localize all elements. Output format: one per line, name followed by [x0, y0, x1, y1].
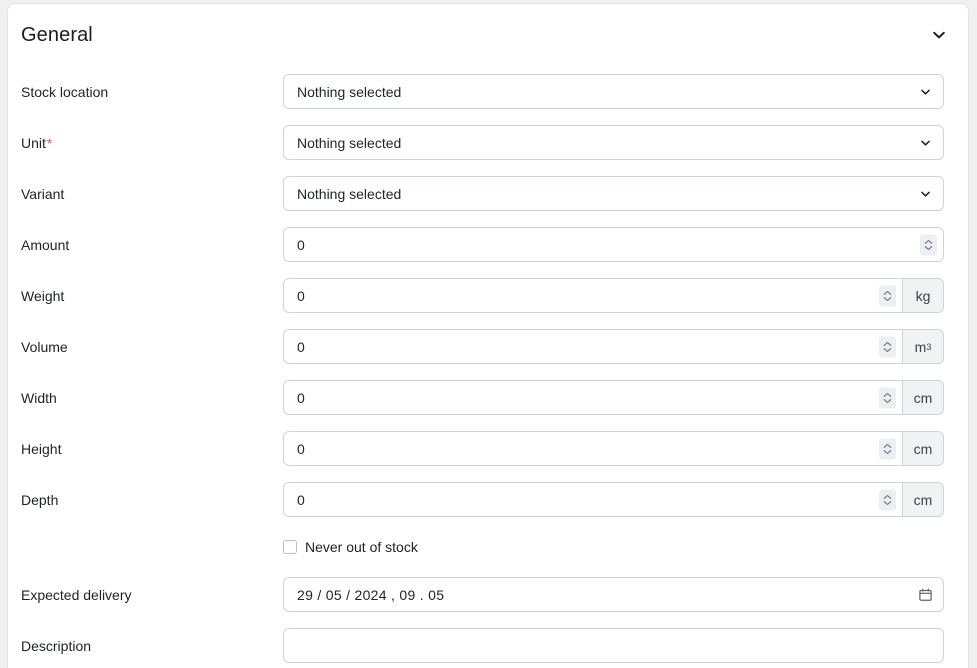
label-unit: Unit*	[21, 134, 283, 152]
depth-unit-suffix: cm	[903, 482, 944, 517]
chevron-down-icon	[919, 136, 932, 149]
volume-unit-base: m	[914, 338, 927, 355]
volume-number-wrapper: 0 m3	[283, 329, 944, 364]
field-row-description: Description	[8, 620, 968, 668]
volume-unit-suffix: m3	[903, 329, 944, 364]
field-row-variant: Variant Nothing selected	[8, 168, 968, 219]
field-unit: Nothing selected	[283, 125, 944, 160]
volume-value: 0	[297, 338, 305, 355]
field-row-weight: Weight 0 kg	[8, 270, 968, 321]
general-form: Stock location Nothing selected Unit* No…	[8, 66, 968, 668]
stock-location-select[interactable]: Nothing selected	[283, 74, 944, 109]
width-unit-suffix: cm	[903, 380, 944, 415]
never-out-of-stock-label: Never out of stock	[305, 539, 418, 555]
volume-input[interactable]: 0	[283, 329, 903, 364]
field-variant: Nothing selected	[283, 176, 944, 211]
field-row-stock-location: Stock location Nothing selected	[8, 66, 968, 117]
weight-number-wrapper: 0 kg	[283, 278, 944, 313]
field-volume: 0 m3	[283, 329, 944, 364]
field-row-width: Width 0 cm	[8, 372, 968, 423]
field-row-height: Height 0 cm	[8, 423, 968, 474]
depth-input[interactable]: 0	[283, 482, 903, 517]
label-unit-text: Unit	[21, 134, 46, 151]
depth-number-wrapper: 0 cm	[283, 482, 944, 517]
label-variant: Variant	[21, 185, 65, 202]
label-weight: Weight	[21, 287, 65, 304]
depth-value: 0	[297, 491, 305, 508]
volume-stepper[interactable]	[879, 336, 896, 357]
label-expected-delivery: Expected delivery	[21, 586, 132, 603]
field-row-depth: Depth 0 cm	[8, 474, 968, 525]
weight-unit-suffix: kg	[903, 278, 944, 313]
chevron-down-icon[interactable]	[930, 26, 948, 44]
expected-delivery-datetime-input[interactable]: 29 / 05 / 2024 , 09 . 05	[283, 577, 944, 612]
field-row-expected-delivery: Expected delivery 29 / 05 / 2024 , 09 . …	[8, 569, 968, 620]
never-out-of-stock-checkbox[interactable]	[283, 540, 297, 554]
field-stock-location: Nothing selected	[283, 74, 944, 109]
label-width: Width	[21, 389, 57, 406]
field-weight: 0 kg	[283, 278, 944, 313]
label-amount: Amount	[21, 236, 70, 253]
width-input[interactable]: 0	[283, 380, 903, 415]
field-row-volume: Volume 0 m 3	[8, 321, 968, 372]
amount-stepper[interactable]	[920, 234, 937, 255]
unit-selected-value: Nothing selected	[297, 134, 402, 151]
field-height: 0 cm	[283, 431, 944, 466]
amount-input[interactable]: 0	[283, 227, 944, 262]
stock-location-selected-value: Nothing selected	[297, 83, 402, 100]
amount-value: 0	[297, 236, 305, 253]
label-volume: Volume	[21, 338, 68, 355]
weight-input[interactable]: 0	[283, 278, 903, 313]
field-depth: 0 cm	[283, 482, 944, 517]
calendar-icon[interactable]	[918, 587, 933, 602]
height-unit-suffix: cm	[903, 431, 944, 466]
height-stepper[interactable]	[879, 438, 896, 459]
page-title: General	[21, 23, 93, 46]
weight-value: 0	[297, 287, 305, 304]
never-out-of-stock-checkbox-group[interactable]: Never out of stock	[283, 539, 418, 555]
unit-select[interactable]: Nothing selected	[283, 125, 944, 160]
label-stock-location: Stock location	[21, 83, 109, 100]
expected-delivery-value: 29 / 05 / 2024 , 09 . 05	[297, 586, 445, 603]
weight-stepper[interactable]	[879, 285, 896, 306]
height-number-wrapper: 0 cm	[283, 431, 944, 466]
width-number-wrapper: 0 cm	[283, 380, 944, 415]
height-value: 0	[297, 440, 305, 457]
variant-select[interactable]: Nothing selected	[283, 176, 944, 211]
depth-stepper[interactable]	[879, 489, 896, 510]
required-indicator: *	[46, 134, 53, 151]
label-depth: Depth	[21, 491, 59, 508]
amount-number-wrapper: 0	[283, 227, 944, 262]
field-description	[283, 628, 944, 663]
page-background: General Stock location Nothing selected	[0, 0, 977, 668]
general-settings-card: General Stock location Nothing selected	[7, 3, 969, 668]
chevron-down-icon	[919, 187, 932, 200]
chevron-down-icon	[919, 85, 932, 98]
field-row-never-out-of-stock: Never out of stock	[8, 525, 968, 569]
height-input[interactable]: 0	[283, 431, 903, 466]
field-amount: 0	[283, 227, 944, 262]
width-value: 0	[297, 389, 305, 406]
label-description: Description	[21, 637, 92, 654]
width-stepper[interactable]	[879, 387, 896, 408]
field-row-unit: Unit* Nothing selected	[8, 117, 968, 168]
field-row-amount: Amount 0	[8, 219, 968, 270]
description-input[interactable]	[283, 628, 944, 663]
field-width: 0 cm	[283, 380, 944, 415]
label-height: Height	[21, 440, 62, 457]
field-expected-delivery: 29 / 05 / 2024 , 09 . 05	[283, 577, 944, 612]
variant-selected-value: Nothing selected	[297, 185, 402, 202]
general-section-header[interactable]: General	[8, 4, 968, 66]
